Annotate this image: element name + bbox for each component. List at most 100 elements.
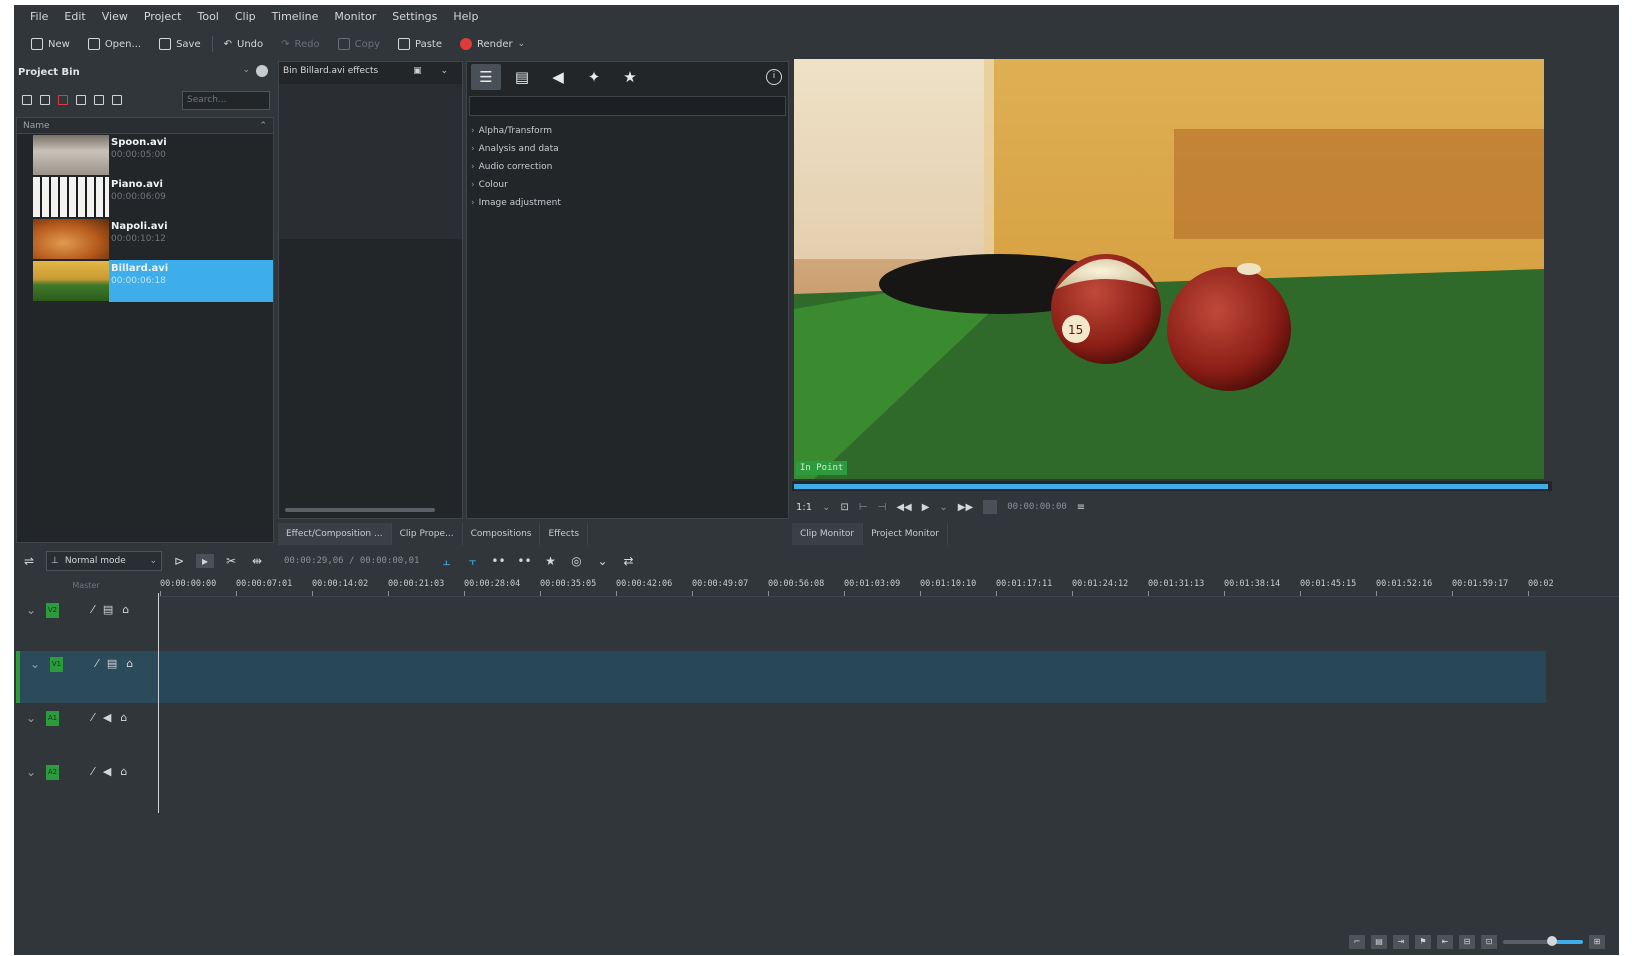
effect-category[interactable]: › Image adjustment — [471, 194, 561, 212]
monitor-video-frame[interactable]: 15 In Point — [794, 59, 1544, 479]
track-name-badge[interactable]: A2 — [46, 765, 59, 780]
list-icon[interactable]: ☰ — [471, 64, 501, 90]
track-name-badge[interactable]: A1 — [46, 711, 59, 726]
tag-icon[interactable] — [76, 95, 86, 105]
effects-wand-icon[interactable]: ⁄ — [96, 657, 98, 670]
paste-button[interactable]: Paste — [389, 32, 451, 56]
effect-category[interactable]: › Alpha/Transform — [471, 122, 561, 140]
audio-effects-icon[interactable]: ◀ — [543, 64, 573, 90]
fullscreen-icon[interactable]: ⊡ — [840, 502, 848, 513]
tab-effects[interactable]: Effects — [540, 523, 589, 545]
track-name-badge[interactable]: V2 — [46, 603, 59, 618]
collapse-chevron-icon[interactable]: ⌄ — [26, 765, 36, 779]
tab-effect-composition[interactable]: Effect/Composition ... — [278, 523, 392, 545]
track-a2[interactable]: ⌄ A2 ⁄ ◀ ⌂ — [16, 759, 1546, 811]
name-column-header[interactable]: Name ⌃ — [17, 118, 273, 134]
menu-edit[interactable]: Edit — [56, 5, 93, 29]
effect-stack-buttons[interactable]: ▣ ⌄ — [413, 66, 456, 76]
split-audio-icon[interactable]: ⫠ — [437, 554, 455, 569]
video-effects-icon[interactable]: ▤ — [507, 64, 537, 90]
delete-clip-icon[interactable] — [58, 95, 68, 105]
favorite-star-icon[interactable]: ★ — [541, 554, 559, 568]
film-icon[interactable]: ▤ — [107, 657, 117, 670]
menu-settings[interactable]: Settings — [384, 5, 445, 29]
film-icon[interactable]: ▤ — [103, 603, 113, 616]
master-header[interactable]: Master — [16, 575, 156, 597]
render-button[interactable]: Render ⌄ — [451, 32, 534, 56]
track-settings-icon[interactable]: ⇌ — [20, 554, 38, 568]
effects-wand-icon[interactable]: ⁄ — [92, 603, 94, 616]
menu-help[interactable]: Help — [445, 5, 486, 29]
tab-clip-monitor[interactable]: Clip Monitor — [792, 523, 864, 545]
effects-wand-icon[interactable]: ⁄ — [92, 711, 94, 724]
play-icon[interactable]: ▶ — [922, 502, 930, 513]
custom-effects-icon[interactable]: ✦ — [579, 64, 609, 90]
zone-in-icon[interactable]: •• — [489, 554, 507, 568]
menu-project[interactable]: Project — [136, 5, 190, 29]
effect-category[interactable]: › Analysis and data — [471, 140, 561, 158]
menu-timeline[interactable]: Timeline — [264, 5, 327, 29]
new-button[interactable]: New — [22, 32, 79, 56]
clip-item-piano[interactable]: Piano.avi 00:00:06:09 — [33, 176, 273, 218]
monitor-timeline-ruler[interactable] — [792, 481, 1552, 491]
lock-icon[interactable]: ⌂ — [126, 657, 133, 670]
lock-icon[interactable]: ⌂ — [120, 765, 127, 778]
zoom-select[interactable]: 1:1 — [796, 502, 812, 513]
effects-search-input[interactable] — [469, 96, 786, 116]
zoom-slider-handle[interactable] — [1547, 936, 1557, 946]
track-a1[interactable]: ⌄ A1 ⁄ ◀ ⌂ — [16, 705, 1546, 757]
effect-category[interactable]: › Colour — [471, 176, 561, 194]
fit-zoom-icon[interactable]: ⇤ — [1437, 935, 1453, 949]
tab-compositions[interactable]: Compositions — [462, 523, 541, 545]
chevron-down-icon[interactable]: ⌄ — [822, 502, 830, 513]
collapse-chevron-icon[interactable]: ⌄ — [26, 603, 36, 617]
effect-category[interactable]: › Audio correction — [471, 158, 561, 176]
tab-clip-properties[interactable]: Clip Prope... — [391, 523, 463, 545]
chevron-down-icon[interactable]: ⌄ — [939, 502, 947, 513]
timeline-ruler[interactable]: 00:00:00:00 00:00:07:01 00:00:14:02 00:00:2… — [158, 575, 1619, 597]
lock-icon[interactable]: ⌂ — [122, 603, 129, 616]
follow-playhead-icon[interactable]: ⇥ — [1393, 935, 1409, 949]
list-view-icon[interactable] — [94, 95, 104, 105]
add-folder-icon[interactable] — [40, 95, 50, 105]
insert-icon[interactable]: ⊳ — [170, 554, 188, 568]
track-name-badge[interactable]: V1 — [50, 657, 63, 672]
add-clip-icon[interactable] — [22, 95, 32, 105]
zoom-slider[interactable] — [1503, 936, 1583, 946]
menu-icon[interactable]: ≡ — [1077, 502, 1085, 513]
zoom-fit-icon[interactable]: ⊡ — [1481, 935, 1497, 949]
loop-zone-icon[interactable] — [983, 500, 998, 514]
film-icon[interactable]: ▤ — [1371, 935, 1387, 949]
bin-search-input[interactable]: Search... — [182, 91, 270, 110]
track-v2[interactable]: ⌄ V2 ⁄ ▤ ⌂ — [16, 597, 1546, 649]
clip-item-billard[interactable]: Billard.avi 00:00:06:18 — [33, 260, 273, 302]
favorites-star-icon[interactable]: ★ — [615, 64, 645, 90]
set-in-point-icon[interactable]: ⊢ — [859, 502, 868, 513]
rewind-icon[interactable]: ◀◀ — [896, 502, 911, 513]
speaker-icon[interactable]: ◀ — [103, 765, 111, 778]
insert-track-icon[interactable]: ⫟ — [463, 554, 481, 569]
lock-icon[interactable]: ⌂ — [120, 711, 127, 724]
select-tool-icon[interactable]: ▸ — [196, 554, 214, 568]
chevron-down-icon[interactable]: ⌄ — [518, 39, 526, 49]
razor-tool-icon[interactable]: ✂ — [222, 554, 240, 568]
copy-button[interactable]: Copy — [329, 32, 389, 56]
menu-file[interactable]: File — [22, 5, 56, 29]
snap-icon[interactable]: ⌐ — [1349, 935, 1365, 949]
marker-icon[interactable]: ⚑ — [1415, 935, 1431, 949]
horizontal-scrollbar[interactable] — [285, 508, 435, 512]
collapse-chevron-icon[interactable]: ⌄ — [30, 657, 40, 671]
undo-button[interactable]: ↶ Undo — [215, 32, 273, 56]
record-target-icon[interactable]: ◎ — [567, 554, 585, 568]
close-panel-icon[interactable] — [256, 65, 268, 77]
clip-item-spoon[interactable]: Spoon.avi 00:00:05:00 — [33, 134, 273, 176]
redo-button[interactable]: ↷ Redo — [272, 32, 329, 56]
filter-icon[interactable] — [112, 95, 122, 105]
timeline-playhead[interactable] — [158, 593, 159, 813]
edit-mode-select[interactable]: ⊥ Normal mode ⌄ — [46, 551, 162, 571]
info-icon[interactable]: i — [766, 69, 782, 85]
track-v1[interactable]: ⌄ V1 ⁄ ▤ ⌂ — [16, 651, 1546, 703]
clip-item-napoli[interactable]: Napoli.avi 00:00:10:12 — [33, 218, 273, 260]
menu-monitor[interactable]: Monitor — [326, 5, 384, 29]
zoom-in-icon[interactable]: ⊞ — [1589, 935, 1605, 949]
